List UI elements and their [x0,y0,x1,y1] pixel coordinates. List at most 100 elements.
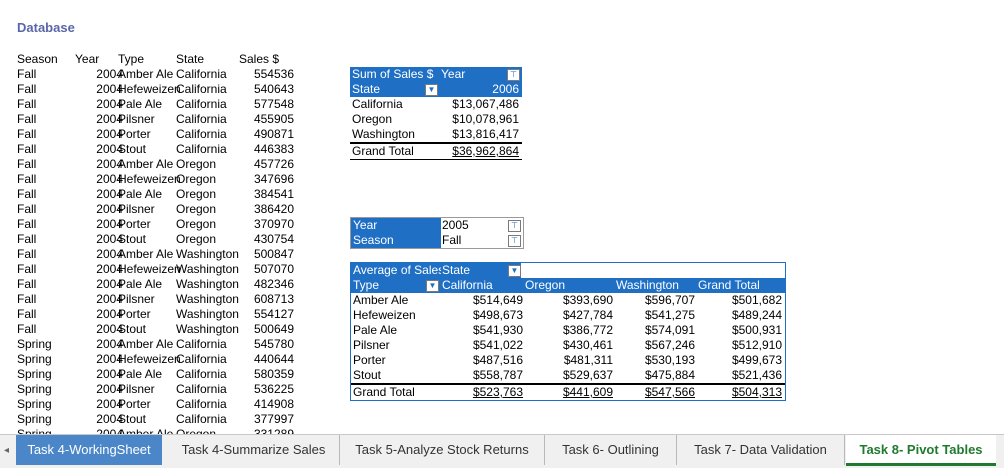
cell-sales[interactable]: 540643 [239,82,294,97]
cell-year[interactable]: 2004 [79,232,123,247]
cell-season[interactable]: Spring [17,412,77,427]
cell-season[interactable]: Fall [17,97,77,112]
filter-season-value[interactable]: Fall [442,233,461,248]
cell-sales[interactable]: 490871 [239,127,294,142]
cell-sales[interactable]: 500649 [239,322,294,337]
cell-season[interactable]: Fall [17,82,77,97]
cell-year[interactable]: 2004 [79,382,123,397]
cell-year[interactable]: 2004 [79,202,123,217]
cell-year[interactable]: 2004 [79,157,123,172]
cell-sales[interactable]: 384541 [239,187,294,202]
pivot1-row-field[interactable]: State [352,82,380,97]
tab-task4-summarize-sales[interactable]: Task 4-Summarize Sales [168,435,340,465]
cell-year[interactable]: 2004 [79,367,123,382]
cell-sales[interactable]: 577548 [239,97,294,112]
pivot1-column-field[interactable]: Year [441,67,465,82]
cell-sales[interactable]: 386420 [239,202,294,217]
filter-year-value[interactable]: 2005 [442,218,469,233]
cell-season[interactable]: Fall [17,112,77,127]
cell-sales[interactable]: 545780 [239,337,294,352]
cell-season[interactable]: Spring [17,352,77,367]
cell-sales[interactable]: 482346 [239,277,294,292]
tab-task5-analyze-stock-returns[interactable]: Task 5-Analyze Stock Returns [340,435,545,465]
tab-task7-data-validation[interactable]: Task 7- Data Validation [677,435,845,465]
cell-year[interactable]: 2004 [79,97,123,112]
cell-sales[interactable]: 377997 [239,412,294,427]
cell-season[interactable]: Fall [17,172,77,187]
cell-sales[interactable]: 500847 [239,247,294,262]
cell-season[interactable]: Fall [17,127,77,142]
dropdown-icon[interactable]: ▼ [426,280,439,292]
cell-season[interactable]: Spring [17,397,77,412]
cell-year[interactable]: 2004 [79,322,123,337]
cell-season[interactable]: Spring [17,337,77,352]
cell-season[interactable]: Fall [17,262,77,277]
tab-scroll-icon[interactable]: ◂ [4,445,9,456]
cell-sales[interactable]: 507070 [239,262,294,277]
cell-sales[interactable]: 440644 [239,352,294,367]
cell-year[interactable]: 2004 [79,217,123,232]
tab-task6-outlining[interactable]: Task 6- Outlining [545,435,677,465]
cell-year[interactable]: 2004 [79,337,123,352]
cell-sales[interactable]: 370970 [239,217,294,232]
cell-season[interactable]: Fall [17,322,77,337]
header-year[interactable]: Year [75,52,119,67]
dropdown-icon[interactable]: ▼ [425,84,438,96]
cell-season[interactable]: Fall [17,157,77,172]
pivot2-row-label[interactable]: Stout [353,368,381,383]
cell-season[interactable]: Fall [17,307,77,322]
tab-task4-workingsheet[interactable]: Task 4-WorkingSheet [16,435,162,465]
cell-sales[interactable]: 554127 [239,307,294,322]
cell-year[interactable]: 2004 [79,397,123,412]
cell-sales[interactable]: 608713 [239,292,294,307]
cell-year[interactable]: 2004 [79,307,123,322]
pivot1-row-label[interactable]: California [352,97,403,112]
cell-year[interactable]: 2004 [79,247,123,262]
cell-year[interactable]: 2004 [79,292,123,307]
cell-sales[interactable]: 457726 [239,157,294,172]
cell-sales[interactable]: 554536 [239,67,294,82]
filter-icon[interactable]: ⊤ [508,220,521,232]
cell-season[interactable]: Spring [17,367,77,382]
cell-season[interactable]: Fall [17,67,77,82]
cell-season[interactable]: Fall [17,187,77,202]
filter-icon[interactable]: ⊤ [508,235,521,247]
cell-year[interactable]: 2004 [79,127,123,142]
pivot1-value-field[interactable]: Sum of Sales $ [352,67,433,82]
pivot1-row-label[interactable]: Oregon [352,112,392,127]
header-season[interactable]: Season [17,52,77,67]
cell-season[interactable]: Fall [17,277,77,292]
cell-year[interactable]: 2004 [79,262,123,277]
cell-sales[interactable]: 536225 [239,382,294,397]
header-sales[interactable]: Sales $ [239,52,294,67]
pivot2-value-field[interactable]: Average of Sales $ [353,263,441,278]
cell-season[interactable]: Fall [17,232,77,247]
pivot1-row-label[interactable]: Washington [352,127,415,142]
cell-year[interactable]: 2004 [79,277,123,292]
cell-sales[interactable]: 580359 [239,367,294,382]
cell-year[interactable]: 2004 [79,67,123,82]
cell-season[interactable]: Fall [17,292,77,307]
cell-season[interactable]: Spring [17,382,77,397]
pivot2-row-label[interactable]: Pale Ale [353,323,397,338]
filter-icon[interactable]: ⊤ [507,69,520,81]
pivot2-column-field[interactable]: State [442,263,470,278]
cell-year[interactable]: 2004 [79,142,123,157]
cell-sales[interactable]: 446383 [239,142,294,157]
tab-task8-pivot-tables[interactable]: Task 8- Pivot Tables [846,435,996,466]
cell-sales[interactable]: 430754 [239,232,294,247]
pivot2-row-label[interactable]: Hefeweizen [353,308,416,323]
cell-year[interactable]: 2004 [79,172,123,187]
cell-year[interactable]: 2004 [79,352,123,367]
dropdown-icon[interactable]: ▼ [508,265,521,277]
cell-season[interactable]: Fall [17,247,77,262]
pivot2-row-label[interactable]: Porter [353,353,386,368]
pivot2-row-field[interactable]: Type [353,278,379,293]
pivot2-row-label[interactable]: Pilsner [353,338,390,353]
cell-year[interactable]: 2004 [79,112,123,127]
cell-season[interactable]: Fall [17,142,77,157]
cell-year[interactable]: 2004 [79,187,123,202]
cell-sales[interactable]: 455905 [239,112,294,127]
cell-season[interactable]: Fall [17,202,77,217]
cell-year[interactable]: 2004 [79,82,123,97]
